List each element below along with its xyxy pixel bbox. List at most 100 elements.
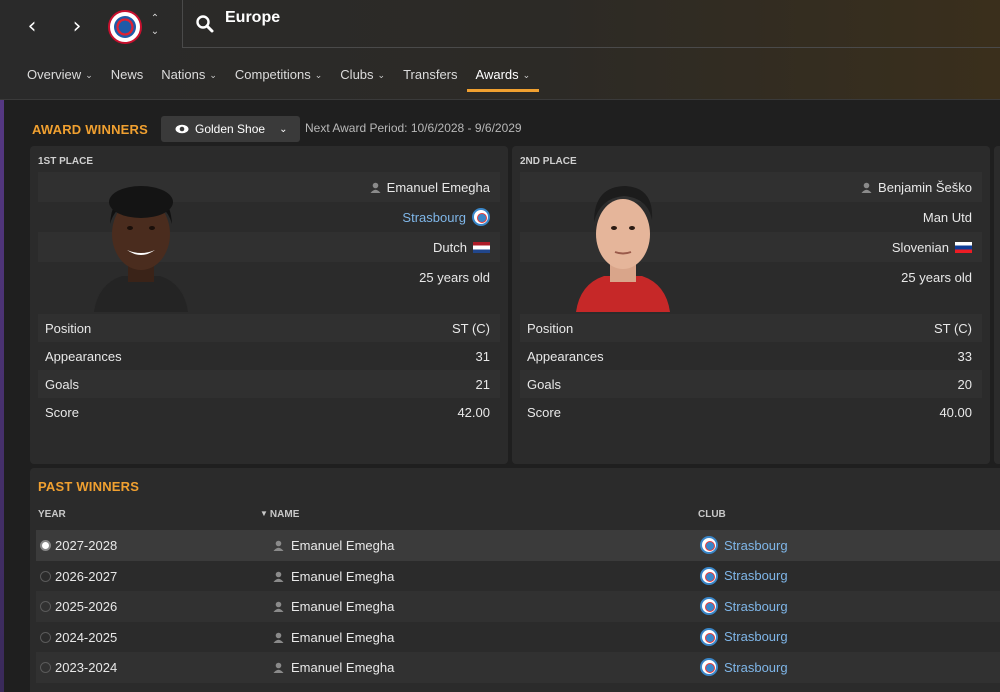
chevron-down-icon: ⌄: [209, 70, 217, 80]
tab-clubs[interactable]: Clubs ⌄: [331, 58, 394, 92]
tab-overview[interactable]: Overview ⌄: [18, 58, 102, 92]
eye-icon: [175, 124, 189, 134]
winner-stats: Position ST (C) Appearances 33 Goals 20 Sco…: [520, 314, 982, 426]
row-name-text: Emanuel Emegha: [291, 599, 395, 615]
table-row[interactable]: 2027-2028 Emanuel Emegha Strasbourg: [36, 530, 1000, 561]
row-club-link[interactable]: Strasbourg: [724, 538, 788, 553]
stat-row-score: Score 40.00: [520, 398, 982, 426]
stat-value: ST (C): [451, 320, 490, 336]
row-club[interactable]: Strasbourg: [700, 658, 788, 677]
person-icon: [273, 601, 284, 613]
winner-name: Benjamin Šeško: [878, 179, 972, 195]
row-club-link[interactable]: Strasbourg: [724, 629, 788, 644]
row-radio[interactable]: [40, 601, 51, 613]
stat-row-appearances: Appearances 33: [520, 342, 982, 370]
winner-nationality: Dutch: [433, 239, 467, 255]
stat-label: Goals: [527, 376, 561, 392]
row-name[interactable]: Emanuel Emegha: [273, 630, 394, 645]
person-icon: [370, 182, 381, 193]
stat-label: Position: [45, 320, 92, 336]
column-header-label: NAME: [269, 509, 300, 520]
row-name[interactable]: Emanuel Emegha: [273, 538, 394, 553]
stat-row-goals: Goals 21: [38, 370, 500, 398]
stat-label: Appearances: [527, 348, 604, 364]
row-club-link[interactable]: Strasbourg: [724, 599, 788, 614]
row-radio[interactable]: [40, 540, 51, 551]
row-club[interactable]: Strasbourg: [700, 566, 788, 585]
tab-nations[interactable]: Nations ⌄: [152, 58, 226, 92]
stat-value: 42.00: [457, 404, 490, 420]
netherlands-flag-icon: [473, 241, 490, 253]
forward-arrow-icon[interactable]: ›: [63, 14, 91, 42]
place-label: 1ST PLACE: [38, 156, 94, 167]
search-icon: [196, 15, 214, 33]
row-year: 2023-2024: [55, 660, 118, 676]
winner-card-2nd: 2ND PLACE Benjamin Šeško Man Utd Sloveni…: [512, 146, 990, 464]
search-bar[interactable]: Europe: [182, 0, 1000, 48]
winner-age: 25 years old: [419, 269, 490, 285]
row-club[interactable]: Strasbourg: [700, 536, 788, 554]
back-arrow-icon[interactable]: ‹: [18, 14, 46, 42]
winner-club[interactable]: Man Utd: [923, 210, 972, 225]
row-radio[interactable]: [40, 570, 51, 582]
uefa-badge-icon[interactable]: [108, 10, 142, 44]
top-bar: ‹ › ⌃ ⌄ Europe Overview ⌄ News Nations ⌄ Co…: [0, 0, 1000, 100]
stat-value: 21: [475, 376, 490, 392]
chevron-down-icon: ⌄: [377, 70, 386, 80]
row-name[interactable]: Emanuel Emegha: [273, 569, 394, 584]
column-header-club[interactable]: CLUB: [698, 509, 726, 520]
slovenia-flag-icon: [955, 241, 972, 253]
past-winners-panel: PAST WINNERS YEAR ▼ NAME CLUB 2027-2028 …: [30, 468, 1000, 692]
tab-news[interactable]: News: [102, 58, 153, 92]
row-name[interactable]: Emanuel Emegha: [273, 599, 394, 614]
strasbourg-crest-icon: [700, 597, 718, 616]
tab-label: Clubs: [340, 67, 374, 82]
place-label: 2ND PLACE: [520, 156, 577, 167]
row-radio[interactable]: [40, 631, 51, 643]
person-icon: [273, 663, 284, 674]
chevron-down-icon: ⌄: [522, 70, 531, 80]
table-row[interactable]: 2024-2025 Emanuel Emegha Strasbourg: [36, 622, 1000, 653]
winner-nationality: Slovenian: [891, 239, 949, 255]
table-row[interactable]: 2026-2027 Emanuel Emegha Strasbourg: [36, 561, 1000, 592]
column-header-name[interactable]: ▼ NAME: [260, 509, 299, 520]
winner-stats: Position ST (C) Appearances 31 Goals 21 Sco…: [38, 314, 500, 426]
row-club[interactable]: Strasbourg: [700, 627, 788, 646]
chevron-down-icon: ⌄: [85, 70, 93, 80]
up-down-chevron-icon[interactable]: ⌃ ⌄: [148, 12, 162, 42]
tab-transfers[interactable]: Transfers: [394, 58, 466, 92]
person-icon: [273, 571, 284, 582]
search-text: Europe: [225, 9, 281, 26]
main-tabs: Overview ⌄ News Nations ⌄ Competitions ⌄ Cl…: [18, 58, 540, 92]
stat-value: 40.00: [939, 404, 972, 420]
stat-label: Score: [45, 404, 79, 420]
winner-name: Emanuel Emegha: [386, 179, 490, 195]
row-name-text: Emanuel Emegha: [291, 660, 395, 676]
person-icon: [273, 632, 284, 643]
tab-competitions[interactable]: Competitions ⌄: [226, 58, 331, 92]
winner-club[interactable]: Strasbourg: [402, 210, 466, 225]
past-winners-title: PAST WINNERS: [38, 479, 140, 494]
tab-label: Nations: [161, 67, 206, 82]
row-club[interactable]: Strasbourg: [700, 597, 788, 616]
table-row[interactable]: 2023-2024 Emanuel Emegha Strasbourg: [36, 652, 1000, 683]
stat-value: ST (C): [933, 320, 972, 336]
tab-awards[interactable]: Awards ⌄: [466, 58, 540, 92]
column-header-year[interactable]: YEAR: [38, 509, 66, 520]
row-year: 2026-2027: [55, 568, 118, 584]
row-club-link[interactable]: Strasbourg: [724, 568, 788, 583]
award-select-dropdown[interactable]: Golden Shoe ⌄: [161, 116, 300, 142]
row-name-text: Emanuel Emegha: [291, 538, 395, 553]
row-year: 2025-2026: [55, 599, 118, 615]
row-name[interactable]: Emanuel Emegha: [273, 660, 394, 675]
player-portrait: [94, 186, 188, 312]
person-icon: [861, 182, 872, 193]
row-club-link[interactable]: Strasbourg: [724, 660, 788, 675]
strasbourg-crest-icon: [472, 208, 490, 226]
row-radio[interactable]: [40, 662, 51, 674]
stat-row-appearances: Appearances 31: [38, 342, 500, 370]
table-row[interactable]: 2025-2026 Emanuel Emegha Strasbourg: [36, 591, 1000, 622]
sort-desc-icon: ▼: [260, 509, 268, 518]
chevron-down-icon: ⌄: [279, 123, 288, 135]
winner-age: 25 years old: [901, 269, 972, 285]
